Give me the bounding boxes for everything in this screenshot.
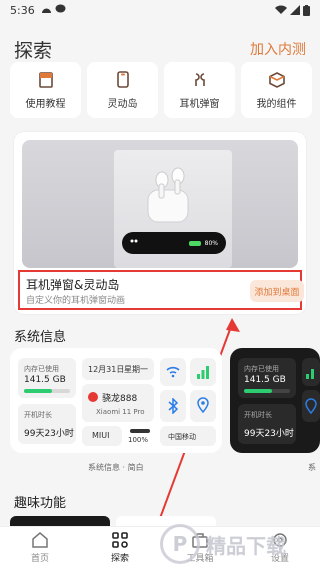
- system-info-widget-light[interactable]: 内存已使用 141.5 GB 开机时长 99天23小时 12月31日 星期一 骁…: [10, 348, 222, 453]
- signal-bars-icon: [197, 366, 209, 379]
- toolbox-icon: [192, 533, 208, 548]
- uptime-label: 开机时长: [244, 411, 272, 419]
- storage-percent: 100%: [128, 436, 149, 444]
- explore-icon: [112, 532, 128, 548]
- android-icon: [41, 4, 52, 17]
- memory-label: 内存已使用: [24, 365, 59, 373]
- nav-label: 工具箱: [186, 554, 214, 564]
- quick-link-label: 使用教程: [25, 98, 66, 110]
- wifi-icon: [275, 5, 287, 14]
- storage-bar: [130, 429, 150, 433]
- quick-link-dynamic-island[interactable]: 灵动岛: [87, 62, 158, 118]
- box-icon: [268, 71, 286, 89]
- memory-bar-track: [244, 389, 290, 393]
- storage-tile: 100%: [126, 426, 154, 446]
- location-icon: [305, 398, 317, 414]
- weekday-text: 星期一: [124, 365, 148, 374]
- quick-links: 使用教程 灵动岛 耳机弹窗 我的组件: [10, 62, 320, 118]
- quick-link-earbuds[interactable]: 耳机弹窗: [164, 62, 235, 118]
- uptime-value: 99天23小时: [24, 429, 74, 439]
- uptime-tile: 开机时长 99天23小时: [18, 404, 76, 444]
- wifi-icon: [166, 366, 180, 378]
- memory-bar-fill: [24, 389, 52, 393]
- memory-label: 内存已使用: [244, 365, 279, 373]
- quick-link-label: 灵动岛: [107, 98, 138, 110]
- quick-link-label: 耳机弹窗: [179, 98, 220, 110]
- settings-icon: [273, 533, 287, 547]
- system-info-title: 系统信息: [14, 330, 67, 345]
- add-to-desktop-button[interactable]: 添加到桌面: [250, 280, 304, 302]
- status-indicators: [275, 4, 310, 16]
- fun-features-title: 趣味功能: [14, 496, 67, 511]
- bluetooth-tile: [160, 390, 186, 422]
- nav-label: 探索: [110, 554, 129, 564]
- status-time: 5:36: [10, 3, 35, 17]
- bottom-nav: 首页 探索 工具箱 设置: [0, 526, 320, 568]
- page-header: 探索 加入内测: [0, 32, 320, 66]
- earbuds-popup-card[interactable]: 80% 耳机弹窗&灵动岛 自定义你的耳机弹窗动画 添加到桌面: [14, 132, 306, 314]
- nav-toolbox[interactable]: 工具箱: [160, 527, 240, 568]
- signal-tile: [190, 358, 216, 386]
- os-name: MIUI: [92, 431, 110, 440]
- status-bar: 5:36: [0, 0, 320, 20]
- date-text: 12月31日: [88, 365, 125, 374]
- location-tile: [190, 390, 216, 422]
- widget-caption-dark: 系: [308, 463, 316, 472]
- memory-bar-fill: [244, 389, 272, 393]
- location-icon: [197, 397, 209, 413]
- book-icon: [37, 71, 55, 89]
- message-icon: [55, 4, 66, 17]
- memory-tile: 内存已使用 141.5 GB: [238, 358, 296, 398]
- carrier-tile: 中国移动: [160, 426, 216, 446]
- device-name: Xiaomi 11 Pro: [96, 408, 145, 416]
- join-beta-button[interactable]: 加入内测: [250, 39, 306, 59]
- system-info-widget-dark[interactable]: 内存已使用 141.5 GB 开机时长 99天23小时: [230, 348, 320, 453]
- home-icon: [32, 532, 48, 548]
- signal-tile: [302, 358, 320, 386]
- nav-label: 设置: [270, 554, 289, 564]
- earbuds-icon: [130, 238, 138, 248]
- card-title: 耳机弹窗&灵动岛: [26, 278, 120, 292]
- memory-value: 141.5 GB: [244, 375, 286, 385]
- card-subtitle: 自定义你的耳机弹窗动画: [26, 296, 126, 306]
- quick-link-label: 我的组件: [256, 98, 297, 110]
- quick-link-widgets[interactable]: 我的组件: [241, 62, 312, 118]
- chip-name: 骁龙888: [102, 394, 138, 404]
- earbuds-preview-image: 80%: [22, 140, 298, 268]
- page-title: 探索: [14, 39, 53, 62]
- bluetooth-icon: [168, 398, 179, 414]
- nav-label: 首页: [30, 554, 49, 564]
- signal-bars-icon: [306, 369, 314, 379]
- nav-home[interactable]: 首页: [0, 527, 80, 568]
- dynamic-island-pill: 80%: [122, 232, 226, 254]
- nav-settings[interactable]: 设置: [240, 527, 320, 568]
- uptime-value: 99天23小时: [244, 429, 294, 439]
- chip-tile: 骁龙888 Xiaomi 11 Pro: [82, 384, 154, 422]
- carrier-name: 中国移动: [168, 433, 196, 441]
- memory-value: 141.5 GB: [24, 375, 66, 385]
- signal-icon: [290, 5, 300, 15]
- date-tile: 12月31日 星期一: [82, 358, 154, 380]
- memory-tile: 内存已使用 141.5 GB: [18, 358, 76, 398]
- uptime-label: 开机时长: [24, 411, 52, 419]
- battery-icon: [303, 4, 310, 16]
- quick-link-tutorial[interactable]: 使用教程: [10, 62, 81, 118]
- battery-percent: 80%: [204, 239, 218, 247]
- snapdragon-icon: [88, 392, 98, 404]
- battery-level-bar: [188, 240, 201, 246]
- nav-explore[interactable]: 探索: [80, 527, 160, 568]
- uptime-tile: 开机时长 99天23小时: [238, 404, 296, 444]
- location-tile: [302, 390, 320, 422]
- phone-icon: [114, 71, 132, 89]
- widget-caption-light: 系统信息 · 简白: [88, 463, 144, 472]
- memory-bar-track: [24, 389, 70, 393]
- earbuds-icon: [191, 71, 209, 89]
- os-tile: MIUI: [82, 426, 122, 446]
- wifi-tile: [160, 358, 186, 386]
